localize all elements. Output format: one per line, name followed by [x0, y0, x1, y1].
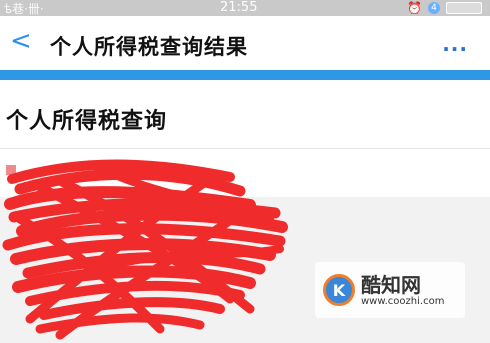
watermark-url: www.coozhi.com — [361, 295, 445, 307]
notification-badge: 4 — [428, 2, 440, 14]
watermark-name: 酷知网 — [361, 272, 421, 297]
battery-icon — [446, 2, 482, 14]
status-icons: ⏰ 4 — [407, 1, 482, 15]
section-title: 个人所得税查询 — [6, 109, 168, 134]
status-time: 21:55 — [220, 0, 258, 15]
app-bar: < 个人所得税查询结果 ... — [0, 16, 490, 70]
section-header: 个人所得税查询 — [0, 80, 490, 149]
signal-carrier: ѣ巷·卌· — [4, 2, 44, 16]
back-button[interactable]: < — [10, 28, 32, 54]
page-title: 个人所得税查询结果 — [50, 35, 248, 59]
alarm-icon: ⏰ — [407, 1, 422, 15]
watermark: K 酷知网 www.coozhi.com — [315, 262, 465, 318]
status-bar: ѣ巷·卌· 21:55 ⏰ 4 — [0, 0, 490, 16]
watermark-logo-icon: K — [323, 274, 355, 306]
more-menu-button[interactable]: ... — [442, 32, 468, 56]
accent-strip — [0, 70, 490, 80]
